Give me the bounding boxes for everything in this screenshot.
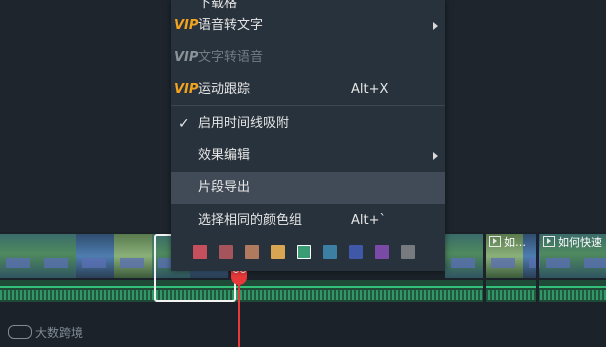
menu-item-motion-tracking[interactable]: VIP 运动跟踪 Alt+X	[171, 74, 445, 106]
submenu-arrow-icon	[433, 152, 438, 160]
color-swatch[interactable]	[271, 245, 285, 259]
menu-item-effects-edit[interactable]: 效果编辑	[171, 140, 445, 172]
audio-volume-line[interactable]	[0, 286, 606, 288]
audio-waveform	[0, 290, 606, 300]
color-swatch[interactable]	[375, 245, 389, 259]
context-menu: 下载格 VIP 语音转文字 VIP 文字转语音 VIP 运动跟踪 Alt+X ✓…	[171, 0, 445, 271]
menu-item-label: 语音转文字	[198, 18, 264, 33]
color-swatch[interactable]	[297, 245, 311, 259]
menu-item-timeline-snapping[interactable]: ✓ 启用时间线吸附	[171, 108, 445, 140]
menu-item-label: 文字转语音	[198, 50, 264, 65]
color-swatch[interactable]	[219, 245, 233, 259]
clip-separator	[483, 234, 486, 302]
menu-item-export-segment[interactable]: 片段导出	[171, 172, 445, 204]
menu-item-label: 选择相同的颜色组	[198, 213, 303, 228]
clip-title: 如何快速	[543, 236, 602, 250]
menu-item-label: 运动跟踪	[198, 82, 251, 97]
menu-separator	[171, 105, 445, 106]
menu-item-shortcut: Alt+`	[351, 213, 386, 228]
clip-title: 如…	[489, 236, 526, 250]
clip-title-text: 如何快速	[558, 236, 602, 249]
clip-title-text: 如…	[504, 236, 526, 249]
video-thumbnail	[38, 234, 77, 278]
watermark: 大数跨境	[8, 325, 83, 341]
menu-item-label: 效果编辑	[198, 148, 251, 163]
color-swatch[interactable]	[193, 245, 207, 259]
checkmark-icon: ✓	[178, 116, 190, 132]
menu-item-shortcut: Alt+X	[351, 82, 389, 97]
color-swatch[interactable]	[401, 245, 415, 259]
vip-badge: VIP	[174, 82, 199, 97]
vip-badge: VIP	[174, 50, 199, 65]
video-clip-icon	[489, 236, 501, 247]
menu-item-select-same-color[interactable]: 选择相同的颜色组 Alt+`	[171, 205, 445, 237]
video-thumbnail	[0, 234, 39, 278]
audio-track[interactable]	[0, 280, 606, 302]
video-thumbnail	[76, 234, 115, 278]
menu-item-speech-to-text[interactable]: VIP 语音转文字	[171, 10, 445, 42]
color-swatch[interactable]	[349, 245, 363, 259]
color-swatch[interactable]	[245, 245, 259, 259]
video-clip-icon	[543, 236, 555, 247]
menu-item-text-to-speech: VIP 文字转语音	[171, 42, 445, 74]
submenu-arrow-icon	[433, 22, 438, 30]
color-swatch[interactable]	[323, 245, 337, 259]
menu-item-label: 片段导出	[198, 180, 251, 195]
clip-separator	[536, 234, 539, 302]
menu-item-label: 启用时间线吸附	[198, 116, 290, 131]
video-thumbnail	[114, 234, 153, 278]
watermark-logo-icon	[8, 325, 32, 339]
watermark-text: 大数跨境	[35, 326, 84, 340]
vip-badge: VIP	[174, 18, 199, 33]
video-thumbnail	[445, 234, 484, 278]
